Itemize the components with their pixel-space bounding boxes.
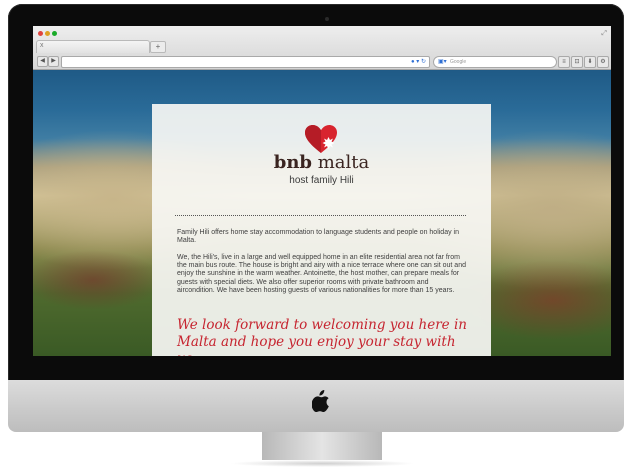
intro-paragraph: Family Hili offers home stay accommodati…: [177, 229, 459, 245]
browser-tab[interactable]: x: [36, 40, 150, 53]
address-bar[interactable]: ● ▾ ↻: [61, 56, 430, 68]
minimize-window-button[interactable]: [45, 31, 50, 36]
search-placeholder: Google: [450, 59, 467, 65]
reload-icon[interactable]: ● ▾ ↻: [411, 57, 426, 67]
about-paragraph: We, the Hili's, live in a large and well…: [177, 254, 466, 294]
webcam: [325, 17, 329, 21]
forward-button[interactable]: ▶: [48, 56, 59, 67]
tab-close-icon[interactable]: x: [40, 42, 44, 49]
new-tab-button[interactable]: +: [150, 41, 166, 53]
download-icon[interactable]: ⬇: [584, 56, 596, 68]
apple-logo-icon: [312, 390, 329, 412]
browser-toolbar: ⤢ x + ◀ ▶ ● ▾ ↻ ▣▾ Google ≡ ⊡ ⬇ ⚙: [33, 26, 611, 70]
content-panel: bnb malta host family Hili Family Hili o…: [152, 104, 491, 356]
brand-regular: malta: [317, 152, 370, 173]
search-engine-icon[interactable]: ▣▾: [438, 57, 447, 67]
reader-icon[interactable]: ≡: [558, 56, 570, 68]
dotted-divider: [175, 215, 466, 216]
logo-heart-icon: [305, 125, 337, 153]
bookmark-icon[interactable]: ⊡: [571, 56, 583, 68]
welcome-message: We look forward to welcoming you here in…: [177, 317, 467, 356]
settings-icon[interactable]: ⚙: [597, 56, 609, 68]
close-window-button[interactable]: [38, 31, 43, 36]
stand-shadow: [230, 460, 415, 467]
screen: ⤢ x + ◀ ▶ ● ▾ ↻ ▣▾ Google ≡ ⊡ ⬇ ⚙ bnb ma…: [33, 26, 611, 356]
zoom-window-button[interactable]: [52, 31, 57, 36]
fullscreen-icon[interactable]: ⤢: [601, 30, 607, 38]
search-input[interactable]: ▣▾ Google: [433, 56, 557, 68]
back-button[interactable]: ◀: [37, 56, 48, 67]
tagline: host family Hili: [289, 175, 354, 186]
site-logo-text[interactable]: bnb malta: [152, 152, 491, 174]
brand-bold: bnb: [273, 152, 312, 173]
